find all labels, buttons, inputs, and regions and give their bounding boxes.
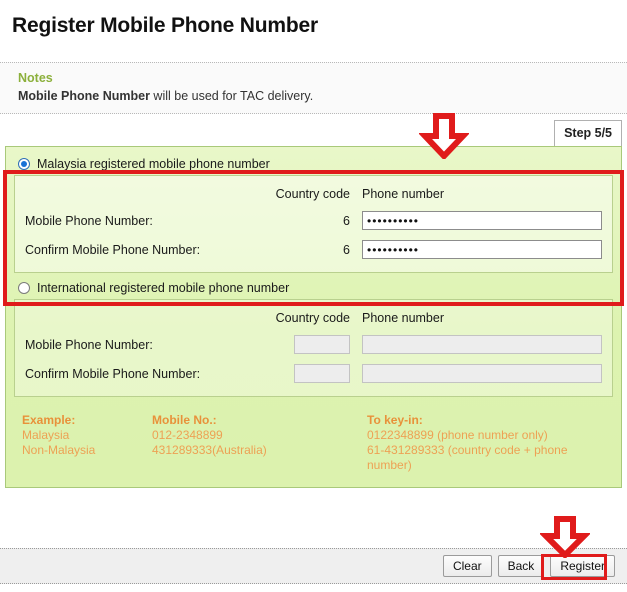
international-confirm-phone-input[interactable]: [362, 364, 602, 383]
international-confirm-country-code-input[interactable]: [294, 364, 350, 383]
footer-bar: Clear Back Register: [0, 548, 627, 584]
header-country-code: Country code: [275, 311, 350, 325]
table-row: Confirm Mobile Phone Number: 6: [25, 235, 602, 264]
radio-international[interactable]: [18, 282, 30, 294]
international-field-box: Country code Phone number Mobile Phone N…: [14, 299, 613, 397]
clear-button[interactable]: Clear: [442, 555, 492, 577]
malaysia-fields-table: Country code Phone number Mobile Phone N…: [25, 182, 602, 264]
malaysia-mobile-label: Mobile Phone Number:: [25, 213, 153, 228]
malaysia-confirm-phone-input[interactable]: [362, 240, 602, 259]
table-row: Mobile Phone Number:: [25, 330, 602, 359]
international-option-label: International registered mobile phone nu…: [37, 281, 290, 295]
notes-text-bold: Mobile Phone Number: [18, 89, 150, 103]
international-mobile-country-code-input[interactable]: [294, 335, 350, 354]
international-radio-row[interactable]: International registered mobile phone nu…: [14, 279, 613, 299]
international-mobile-cc-cell: [268, 330, 362, 359]
back-button[interactable]: Back: [497, 555, 545, 577]
malaysia-option-label: Malaysia registered mobile phone number: [37, 157, 270, 171]
malaysia-confirm-label: Confirm Mobile Phone Number:: [25, 242, 201, 257]
example-col3-head: To key-in:: [367, 413, 423, 427]
spacer-cell: [25, 306, 268, 330]
example-col3-line2: 61-431289333 (country code + phone numbe…: [367, 443, 568, 472]
example-col2-head: Mobile No.:: [152, 413, 217, 427]
malaysia-mobile-country-code: 6: [271, 206, 362, 235]
spacer-cell: [25, 182, 271, 206]
example-table: Example: Mobile No.: To key-in: Malaysia…: [22, 413, 597, 473]
international-mobile-phone-cell: [362, 330, 602, 359]
country-code-value: 6: [343, 242, 350, 257]
header-country-code: Country code: [275, 187, 350, 201]
international-option-group: International registered mobile phone nu…: [14, 279, 613, 397]
example-row-malaysia: Malaysia 012-2348899 0122348899 (phone n…: [22, 428, 597, 443]
malaysia-radio-row[interactable]: Malaysia registered mobile phone number: [14, 155, 613, 175]
notes-text: Mobile Phone Number will be used for TAC…: [18, 89, 615, 103]
notes-block: Notes Mobile Phone Number will be used f…: [0, 62, 627, 114]
radio-malaysia[interactable]: [18, 158, 30, 170]
example-header-row: Example: Mobile No.: To key-in:: [22, 413, 597, 428]
example-col1-line2: Non-Malaysia: [22, 443, 96, 457]
registration-panel: Malaysia registered mobile phone number …: [5, 146, 622, 488]
malaysia-mobile-phone-input[interactable]: [362, 211, 602, 230]
step-badge: Step 5/5: [554, 120, 622, 146]
malaysia-mobile-phone-cell: [362, 206, 602, 235]
register-button[interactable]: Register: [550, 555, 615, 577]
page-title: Register Mobile Phone Number: [12, 14, 318, 37]
example-row-non-malaysia: Non-Malaysia 431289333(Australia) 61-431…: [22, 443, 597, 473]
table-row: Mobile Phone Number: 6: [25, 206, 602, 235]
example-col2-line2: 431289333(Australia): [152, 443, 267, 457]
example-block: Example: Mobile No.: To key-in: Malaysia…: [14, 403, 613, 477]
step-row: Step 5/5: [0, 114, 627, 146]
international-confirm-phone-cell: [362, 359, 602, 388]
example-col3-line1: 0122348899 (phone number only): [367, 428, 548, 442]
international-mobile-phone-input[interactable]: [362, 335, 602, 354]
international-fields-table: Country code Phone number Mobile Phone N…: [25, 306, 602, 388]
malaysia-option-group: Malaysia registered mobile phone number …: [14, 155, 613, 273]
malaysia-field-box: Country code Phone number Mobile Phone N…: [14, 175, 613, 273]
country-code-value: 6: [343, 213, 350, 228]
international-confirm-label: Confirm Mobile Phone Number:: [25, 366, 201, 381]
malaysia-confirm-phone-cell: [362, 235, 602, 264]
header-phone-number: Phone number: [362, 187, 445, 201]
header-phone-number: Phone number: [362, 311, 445, 325]
international-confirm-cc-cell: [268, 359, 362, 388]
example-col1-head: Example:: [22, 413, 76, 427]
table-header-row: Country code Phone number: [25, 306, 602, 330]
footer-buttons: Clear Back Register: [0, 549, 627, 583]
notes-text-rest: will be used for TAC delivery.: [149, 89, 314, 103]
international-mobile-label: Mobile Phone Number:: [25, 337, 153, 352]
example-col2-line1: 012-2348899: [152, 428, 223, 442]
table-header-row: Country code Phone number: [25, 182, 602, 206]
malaysia-confirm-country-code: 6: [271, 235, 362, 264]
notes-heading: Notes: [18, 71, 53, 85]
example-col1-line1: Malaysia: [22, 428, 70, 442]
table-row: Confirm Mobile Phone Number:: [25, 359, 602, 388]
